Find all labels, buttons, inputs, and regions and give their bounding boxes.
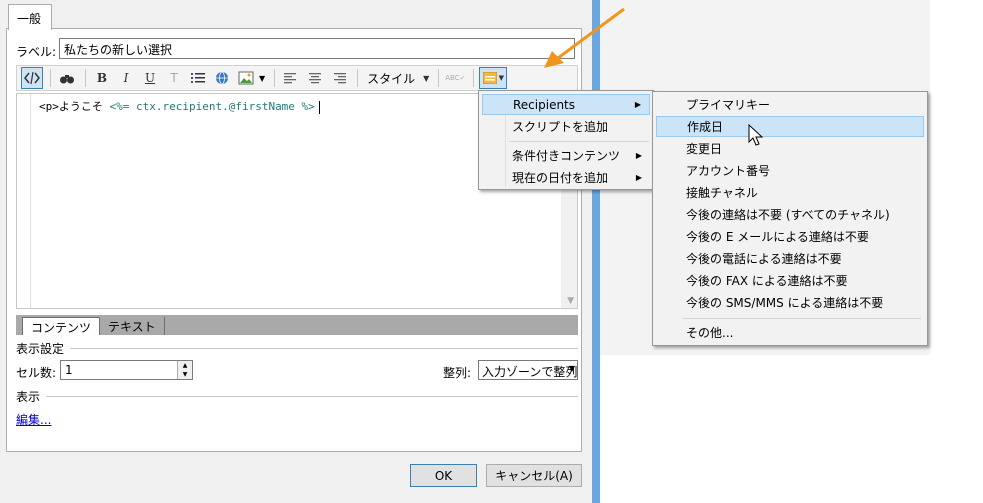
menu-item-current-date[interactable]: 現在の日付を追加 ▶ — [482, 167, 650, 188]
label-row: ラベル: — [16, 41, 56, 61]
submenu-item-created[interactable]: 作成日 — [656, 116, 924, 137]
label-input[interactable]: 私たちの新しい選択 — [59, 38, 575, 59]
code-expression: <%= ctx.recipient.@firstName %> — [109, 100, 315, 113]
mouse-cursor-icon — [748, 124, 764, 146]
image-icon[interactable] — [235, 67, 257, 89]
chevron-right-icon: ▶ — [634, 100, 641, 109]
display-settings-heading: 表示設定 — [16, 340, 578, 357]
style-dropdown[interactable]: スタイル ▼ — [363, 67, 433, 89]
edit-link[interactable]: 編集... — [16, 411, 51, 428]
cancel-button[interactable]: キャンセル(A) — [486, 464, 582, 487]
cells-value: 1 — [65, 363, 73, 377]
menu-item-add-script[interactable]: スクリプトを追加 — [482, 116, 650, 137]
align-value: 入力ゾーンで整列 — [482, 365, 578, 379]
align-left-icon[interactable] — [280, 67, 302, 89]
list-icon[interactable] — [187, 67, 209, 89]
display-heading: 表示 — [16, 388, 578, 405]
menu-item-label: 現在の日付を追加 — [512, 171, 609, 185]
align-right-icon[interactable] — [328, 67, 350, 89]
annotation-arrow-icon — [544, 7, 625, 68]
style-dropdown-label: スタイル — [367, 71, 416, 86]
submenu-item[interactable]: アカウント番号 — [656, 160, 924, 181]
submenu-item[interactable]: 今後の E メールによる連絡は不要 — [656, 226, 924, 247]
spin-down-icon[interactable]: ▼ — [178, 370, 192, 379]
insert-field-icon[interactable]: ▼ — [479, 67, 508, 89]
submenu-item[interactable]: 今後の SMS/MMS による連絡は不要 — [656, 292, 924, 313]
text-caret — [318, 100, 320, 114]
submenu-item[interactable]: 今後の電話による連絡は不要 — [656, 248, 924, 269]
cells-stepper[interactable]: 1 ▲ ▼ — [60, 360, 193, 380]
link-icon[interactable] — [211, 67, 233, 89]
bold-icon[interactable]: B — [91, 67, 113, 89]
submenu-item[interactable]: 変更日 — [656, 138, 924, 159]
display-settings-title: 表示設定 — [16, 342, 65, 356]
recipients-submenu: プライマリキー 作成日 変更日 アカウント番号 接触チャネル 今後の連絡は不要 … — [652, 91, 928, 346]
chevron-right-icon: ▶ — [635, 173, 642, 182]
submenu-item[interactable]: プライマリキー — [656, 94, 924, 115]
tab-text[interactable]: テキスト — [100, 317, 165, 335]
chevron-right-icon: ▶ — [635, 151, 642, 160]
divider — [46, 396, 578, 397]
submenu-item[interactable]: 今後の連絡は不要 (すべてのチャネル) — [656, 204, 924, 225]
cells-label: セル数: — [16, 366, 57, 380]
align-select[interactable]: 入力ゾーンで整列 ▼ — [478, 360, 578, 380]
toolbar-separator — [85, 69, 86, 87]
underline-icon[interactable]: U — [139, 67, 161, 89]
toolbar-separator — [357, 69, 359, 87]
spellcheck-icon[interactable]: ABC✓ — [444, 67, 466, 89]
chevron-down-icon: ▼ — [423, 73, 430, 83]
toolbar-separator — [274, 69, 276, 87]
scroll-down-icon[interactable]: ▼ — [567, 296, 574, 306]
find-icon[interactable] — [56, 67, 78, 89]
tab-content[interactable]: コンテンツ — [22, 317, 101, 335]
menu-item-label: 条件付きコンテンツ — [512, 149, 621, 163]
tab-strip — [0, 0, 592, 28]
code-tag: <p>ようこそ — [39, 100, 103, 113]
italic-icon[interactable]: I — [115, 67, 137, 89]
chevron-down-icon: ▼ — [568, 364, 575, 373]
spin-up-icon[interactable]: ▲ — [178, 361, 192, 370]
submenu-item-more[interactable]: その他... — [656, 322, 924, 343]
insert-menu: Recipients ▶ スクリプトを追加 条件付きコンテンツ ▶ 現在の日付を… — [478, 90, 654, 190]
spin-buttons: ▲ ▼ — [177, 361, 192, 379]
source-icon[interactable] — [21, 67, 43, 89]
label-caption: ラベル: — [16, 44, 57, 59]
align-center-icon[interactable] — [304, 67, 326, 89]
menu-item-label: スクリプトを追加 — [512, 120, 609, 134]
divider — [70, 348, 578, 349]
display-title: 表示 — [16, 390, 41, 404]
clear-format-icon[interactable]: T — [163, 67, 185, 89]
mode-tabs: コンテンツ テキスト — [16, 315, 578, 335]
code-line: <p>ようこそ <%= ctx.recipient.@firstName %> — [39, 98, 320, 114]
ok-button[interactable]: OK — [410, 464, 477, 487]
editor-toolbar: B I U T ▼ スタイル ▼ ABC✓ ▼ — [16, 65, 578, 91]
toolbar-separator — [438, 69, 440, 87]
toolbar-separator — [473, 69, 475, 87]
image-dropdown-icon[interactable]: ▼ — [259, 74, 265, 83]
menu-separator — [509, 141, 649, 142]
menu-separator — [683, 318, 921, 319]
submenu-item[interactable]: 今後の FAX による連絡は不要 — [656, 270, 924, 291]
toolbar-separator — [50, 69, 51, 87]
properties-dialog: 一般 ラベル: 私たちの新しい選択 B I U T ▼ スタイル ▼ ABC✓ … — [0, 0, 600, 503]
menu-item-label: Recipients — [513, 97, 576, 112]
menu-item-conditional-content[interactable]: 条件付きコンテンツ ▶ — [482, 145, 650, 166]
align-label: 整列: — [443, 366, 472, 380]
menu-item-recipients[interactable]: Recipients ▶ — [482, 94, 650, 115]
submenu-item[interactable]: 接触チャネル — [656, 182, 924, 203]
tab-general[interactable]: 一般 — [8, 4, 52, 30]
editor-gutter — [17, 94, 31, 308]
